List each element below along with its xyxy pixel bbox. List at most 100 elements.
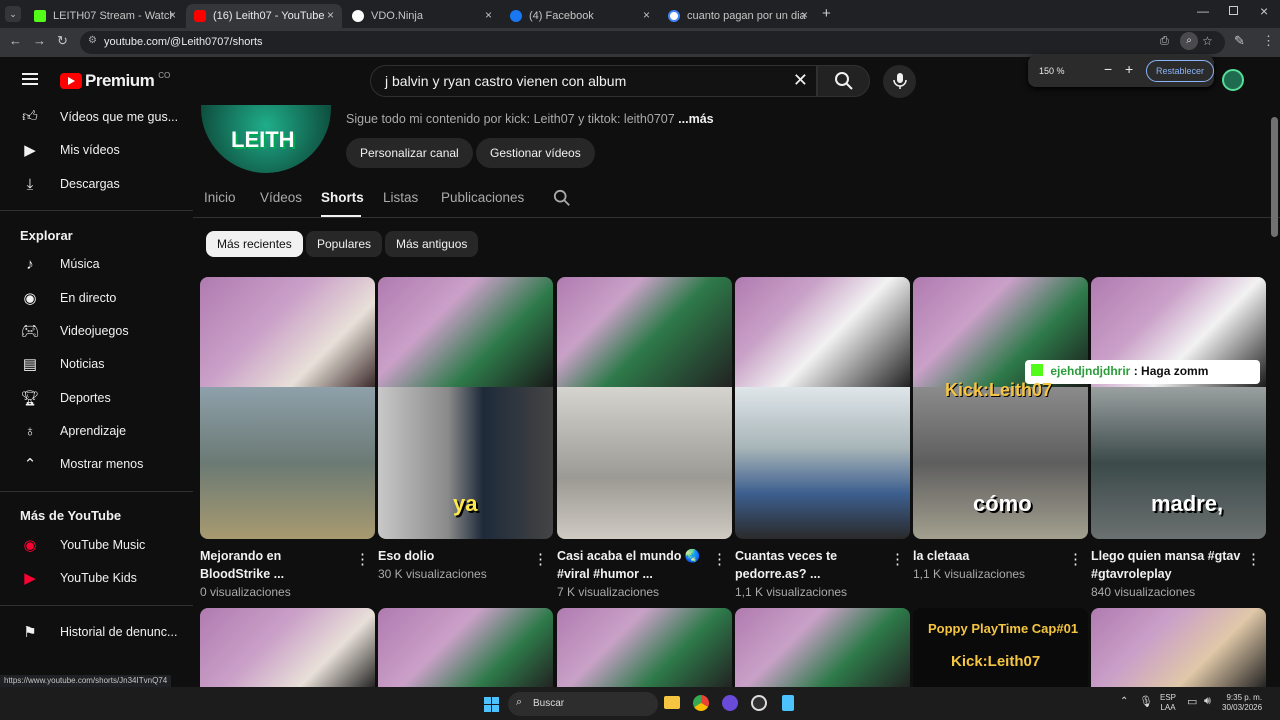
short-thumbnail-5[interactable]: cómo: [913, 277, 1088, 539]
voice-search-button[interactable]: [883, 65, 916, 98]
file-explorer-icon[interactable]: [664, 696, 680, 709]
filter-popular[interactable]: Populares: [306, 231, 383, 257]
back-icon[interactable]: ←: [9, 33, 22, 48]
bookmark-star-icon[interactable]: ☆: [1202, 34, 1213, 48]
short-thumbnail-3[interactable]: [557, 277, 732, 539]
close-tab-icon[interactable]: ×: [169, 8, 176, 22]
tab-posts[interactable]: Publicaciones: [441, 190, 524, 205]
sidebar-item-liked-videos[interactable]: 👍︎ Vídeos que me gus...: [20, 102, 180, 132]
site-info-icon[interactable]: ⚙: [88, 35, 97, 46]
tab-shorts[interactable]: Shorts: [321, 190, 364, 205]
close-window-button[interactable]: ×: [1260, 3, 1268, 19]
short-menu-icon[interactable]: ⋮: [355, 550, 370, 568]
taskbar-search[interactable]: ⌕ Buscar: [508, 692, 658, 716]
tray-chevron-icon[interactable]: ⌃: [1120, 696, 1128, 707]
extensions-icon[interactable]: ✎: [1234, 33, 1245, 49]
sidebar-item-sports[interactable]: 🏆︎ Deportes: [20, 383, 180, 413]
tab-videos[interactable]: Vídeos: [260, 190, 302, 205]
sidebar-item-downloads[interactable]: ⤓ Descargas: [20, 169, 180, 199]
short-thumbnail-9[interactable]: [557, 608, 732, 687]
short-thumbnail-8[interactable]: [378, 608, 553, 687]
sidebar-item-report-history[interactable]: ⚑ Historial de denunc...: [20, 617, 180, 647]
close-tab-icon[interactable]: ×: [801, 8, 808, 22]
channel-avatar[interactable]: LEITH: [201, 105, 331, 173]
app-icon-purple[interactable]: [722, 695, 738, 711]
app-icon-obs[interactable]: [751, 695, 767, 711]
close-tab-icon[interactable]: ×: [643, 8, 650, 22]
short-thumbnail-11[interactable]: Poppy PlayTime Cap#01 Kick:Leith07: [913, 608, 1088, 687]
short-thumbnail-10[interactable]: [735, 608, 910, 687]
tab-google-search[interactable]: cuanto pagan por un dia de tra ×: [660, 4, 816, 28]
zoom-reset-button[interactable]: Restablecer: [1146, 60, 1215, 82]
forward-icon[interactable]: →: [33, 33, 46, 48]
hamburger-menu-icon[interactable]: [22, 73, 38, 85]
sidebar-item-live[interactable]: ◉ En directo: [20, 283, 180, 313]
sidebar-item-show-less[interactable]: ⌃ Mostrar menos: [20, 449, 180, 479]
network-icon[interactable]: ▭: [1187, 695, 1197, 708]
short-title-2[interactable]: Eso dolio: [378, 547, 528, 565]
short-title-6[interactable]: Llego quien mansa #gtav #gtavroleplay: [1091, 547, 1241, 583]
short-title-1[interactable]: Mejorando en BloodStrike ...: [200, 547, 350, 583]
close-tab-icon[interactable]: ×: [485, 8, 492, 22]
zoom-out-button[interactable]: −: [1104, 61, 1112, 77]
sidebar-item-news[interactable]: ▤ Noticias: [20, 349, 180, 379]
address-bar[interactable]: ⚙ youtube.com/@Leith0707/shorts ⎙ ⌕ ☆: [80, 31, 1225, 54]
short-menu-icon[interactable]: ⋮: [890, 550, 905, 568]
reload-icon[interactable]: ↻: [57, 33, 68, 49]
more-link[interactable]: ...más: [678, 112, 713, 126]
zoom-icon[interactable]: ⌕: [1180, 32, 1198, 50]
channel-description[interactable]: Sigue todo mi contenido por kick: Leith0…: [346, 112, 714, 126]
account-avatar[interactable]: [1222, 69, 1244, 91]
tab-kick[interactable]: LEITH07 Stream - Watch Live on ×: [26, 4, 184, 28]
windows-start-icon[interactable]: [484, 697, 499, 712]
youtube-logo[interactable]: Premium CO: [60, 71, 170, 91]
channel-search-icon[interactable]: [553, 189, 571, 207]
short-thumbnail-7[interactable]: [200, 608, 375, 687]
short-menu-icon[interactable]: ⋮: [1068, 550, 1083, 568]
minimize-button[interactable]: —: [1197, 4, 1209, 18]
sidebar-item-my-videos[interactable]: ▶ Mis vídeos: [20, 135, 180, 165]
mic-tray-icon[interactable]: 🎙︎: [1139, 695, 1153, 708]
search-button[interactable]: [817, 65, 870, 97]
volume-icon[interactable]: 🔊︎: [1204, 695, 1211, 708]
short-thumbnail-6[interactable]: madre,: [1091, 277, 1266, 539]
install-app-icon[interactable]: ⎙: [1160, 35, 1169, 48]
tab-list-button[interactable]: ⌄: [5, 6, 21, 22]
tab-home[interactable]: Inicio: [204, 190, 236, 205]
close-tab-icon[interactable]: ×: [327, 8, 334, 22]
sidebar-item-music[interactable]: ♪ Música: [20, 249, 180, 279]
filter-recent[interactable]: Más recientes: [206, 231, 303, 257]
short-thumbnail-12[interactable]: [1091, 608, 1266, 687]
sidebar-item-gaming[interactable]: 🎮︎ Videojuegos: [20, 316, 180, 346]
search-input[interactable]: j balvin y ryan castro vienen con album …: [370, 65, 817, 97]
short-thumbnail-4[interactable]: [735, 277, 910, 539]
short-title-3[interactable]: Casi acaba el mundo 🌏 #viral #humor ...: [557, 547, 707, 583]
tab-facebook[interactable]: (4) Facebook ×: [502, 4, 658, 28]
clear-search-icon[interactable]: ✕: [793, 70, 808, 91]
manage-videos-button[interactable]: Gestionar vídeos: [476, 138, 595, 168]
new-tab-button[interactable]: +: [822, 5, 831, 22]
sidebar-item-youtube-kids[interactable]: ▶ YouTube Kids: [20, 563, 180, 593]
tab-playlists[interactable]: Listas: [383, 190, 418, 205]
chrome-icon[interactable]: [693, 695, 709, 711]
browser-menu-icon[interactable]: ⋮: [1262, 33, 1275, 49]
clock[interactable]: 9:35 p. m. 30/03/2026: [1222, 693, 1262, 713]
tab-youtube[interactable]: (16) Leith07 - YouTube ×: [186, 4, 342, 28]
filter-oldest[interactable]: Más antiguos: [385, 231, 479, 257]
short-thumbnail-2[interactable]: ya: [378, 277, 553, 539]
short-thumbnail-1[interactable]: [200, 277, 375, 539]
keyboard-lang[interactable]: ESP LAA: [1160, 693, 1176, 713]
short-menu-icon[interactable]: ⋮: [533, 550, 548, 568]
short-title-5[interactable]: la cletaaa: [913, 547, 1063, 565]
short-title-4[interactable]: Cuantas veces te pedorre.as? ...: [735, 547, 885, 583]
restore-button[interactable]: [1229, 6, 1238, 15]
customize-channel-button[interactable]: Personalizar canal: [346, 138, 473, 168]
short-menu-icon[interactable]: ⋮: [1246, 550, 1261, 568]
sidebar-item-youtube-music[interactable]: ◉ YouTube Music: [20, 530, 180, 560]
short-menu-icon[interactable]: ⋮: [712, 550, 727, 568]
zoom-in-button[interactable]: +: [1125, 61, 1133, 77]
sidebar-item-learning[interactable]: ♁ Aprendizaje: [20, 416, 180, 446]
scrollbar[interactable]: [1271, 117, 1278, 237]
notepad-icon[interactable]: [782, 695, 794, 711]
tab-vdo-ninja[interactable]: VDO.Ninja ×: [344, 4, 500, 28]
